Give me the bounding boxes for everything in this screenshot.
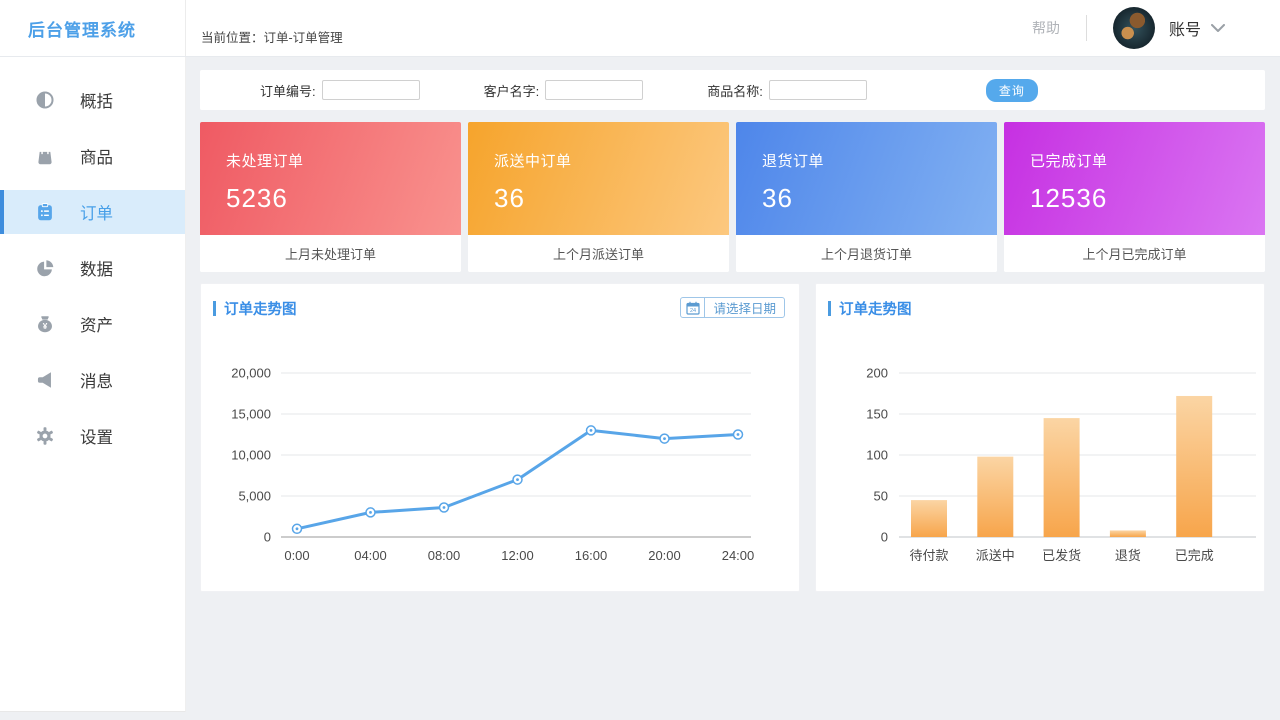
stat-card-top: 退货订单 36 [736,122,997,235]
line-chart: 0 5,000 10,000 15,000 20,000 0:00 04:00 08:00 12… [201,346,801,581]
svg-text:0:00: 0:00 [284,548,309,563]
stat-card-footer: 上个月派送订单 [468,235,729,272]
svg-text:150: 150 [866,407,888,422]
stat-card-value: 36 [494,183,703,214]
account-label[interactable]: 账号 [1169,16,1201,40]
sidebar-item-assets[interactable]: ¥ 资产 [0,302,185,346]
sidebar: 概括 商品 订单 数据 ¥ 资产 消息 [0,57,186,712]
sidebar-item-settings[interactable]: 设置 [0,414,185,458]
product-name-input[interactable] [769,80,867,100]
sidebar-item-label: 消息 [80,368,113,392]
svg-text:5,000: 5,000 [238,489,271,504]
help-link[interactable]: 帮助 [1032,18,1060,38]
line-chart-title: 订单走势图 [224,298,297,319]
svg-text:已发货: 已发货 [1042,548,1081,563]
breadcrumb: 当前位置：订单-订单管理 [201,27,343,46]
svg-text:0: 0 [264,530,271,545]
data-pie-icon [34,257,56,279]
stat-card-value: 36 [762,183,971,214]
svg-text:20:00: 20:00 [648,548,681,563]
stat-card-delivering: 派送中订单 36 上个月派送订单 [468,122,729,272]
svg-text:12:00: 12:00 [501,548,534,563]
user-avatar[interactable] [1113,7,1155,49]
stat-card-footer: 上个月已完成订单 [1004,235,1265,272]
svg-text:15,000: 15,000 [231,407,271,422]
svg-text:退货: 退货 [1115,548,1141,563]
sidebar-item-label: 数据 [80,256,113,280]
sidebar-item-label: 商品 [80,144,113,168]
stat-card-title: 派送中订单 [494,150,703,171]
sidebar-item-label: 订单 [80,200,113,224]
svg-text:¥: ¥ [43,322,48,331]
date-picker-label: 请选择日期 [705,298,784,317]
svg-text:50: 50 [874,489,888,504]
header-divider [1086,15,1087,41]
app-logo: 后台管理系统 [28,16,136,41]
stat-card-footer: 上月未处理订单 [200,235,461,272]
settings-gear-icon [34,425,56,447]
stat-card-footer: 上个月退货订单 [736,235,997,272]
date-picker-button[interactable]: 24 请选择日期 [680,297,785,318]
product-name-label: 商品名称: [707,81,763,100]
customer-name-label: 客户名字: [484,81,540,100]
stat-card-title: 退货订单 [762,150,971,171]
logo-container: 后台管理系统 [0,0,186,56]
order-number-input[interactable] [322,80,420,100]
products-bag-icon [34,145,56,167]
stat-card-unprocessed: 未处理订单 5236 上月未处理订单 [200,122,461,272]
svg-text:已完成: 已完成 [1175,548,1214,563]
sidebar-item-label: 概括 [80,88,113,112]
bar-chart: 0 50 100 150 200 待付款 派送中 已发货 退货 已完成 [816,346,1266,581]
stat-card-completed: 已完成订单 12536 上个月已完成订单 [1004,122,1265,272]
top-header: 后台管理系统 当前位置：订单-订单管理 帮助 账号 [0,0,1280,57]
order-number-label: 订单编号: [260,81,316,100]
order-trend-line-panel: 订单走势图 24 请选择日期 05,00010,00015,00020,0000… [200,283,800,592]
stat-card-value: 12536 [1030,183,1239,214]
bar-chart-title: 订单走势图 [839,298,912,319]
stat-card-title: 已完成订单 [1030,150,1239,171]
messages-speaker-icon [34,369,56,391]
filter-bar: 订单编号: 客户名字: 商品名称: 查询 [200,70,1265,110]
svg-text:20,000: 20,000 [231,366,271,381]
svg-text:08:00: 08:00 [428,548,461,563]
stat-card-value: 5236 [226,183,435,214]
sidebar-item-overview[interactable]: 概括 [0,78,185,122]
stat-card-top: 派送中订单 36 [468,122,729,235]
stat-card-top: 已完成订单 12536 [1004,122,1265,235]
calendar-icon: 24 [681,298,705,317]
title-accent-bar [213,301,216,316]
svg-text:16:00: 16:00 [575,548,608,563]
svg-text:04:00: 04:00 [354,548,387,563]
stat-card-returns: 退货订单 36 上个月退货订单 [736,122,997,272]
stat-card-top: 未处理订单 5236 [200,122,461,235]
main-content: 订单编号: 客户名字: 商品名称: 查询 未处理订单 5236 上月未处理订单 … [200,70,1265,592]
svg-text:派送中: 派送中 [976,548,1015,563]
sidebar-item-products[interactable]: 商品 [0,134,185,178]
assets-moneybag-icon: ¥ [34,313,56,335]
svg-text:24:00: 24:00 [722,548,755,563]
search-button[interactable]: 查询 [986,79,1038,102]
overview-icon [34,89,56,111]
svg-text:100: 100 [866,448,888,463]
sidebar-item-data[interactable]: 数据 [0,246,185,290]
svg-text:0: 0 [881,530,888,545]
sidebar-item-messages[interactable]: 消息 [0,358,185,402]
svg-text:待付款: 待付款 [909,548,948,563]
customer-name-input[interactable] [545,80,643,100]
stat-card-title: 未处理订单 [226,150,435,171]
order-trend-bar-panel: 订单走势图 0 50 100 150 200 待付款 派送中 已发货 退货 已完成 [815,283,1265,592]
title-accent-bar [828,301,831,316]
sidebar-item-label: 设置 [80,424,113,448]
svg-text:24: 24 [690,308,696,314]
stat-cards-row: 未处理订单 5236 上月未处理订单 派送中订单 36 上个月派送订单 退货订单… [200,122,1265,272]
chevron-down-icon[interactable] [1211,24,1225,33]
svg-text:10,000: 10,000 [231,448,271,463]
sidebar-item-label: 资产 [80,312,113,336]
orders-clipboard-icon [34,201,56,223]
sidebar-item-orders[interactable]: 订单 [0,190,185,234]
svg-text:200: 200 [866,366,888,381]
